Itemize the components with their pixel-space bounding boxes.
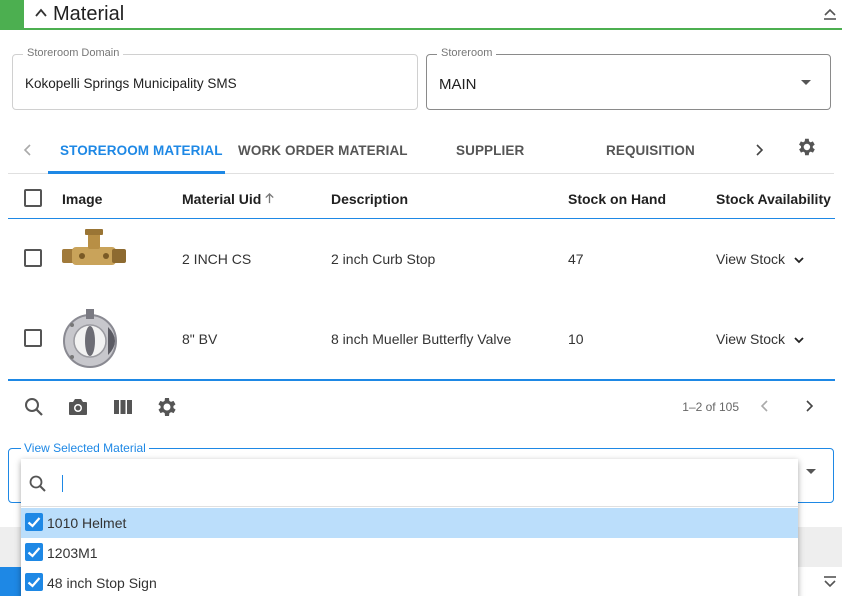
dropdown-search-row <box>21 459 798 507</box>
storeroom-domain-label: Storeroom Domain <box>23 47 124 59</box>
storeroom-domain-field[interactable]: Storeroom Domain Kokopelli Springs Munic… <box>12 47 418 110</box>
previous-page-icon[interactable] <box>757 398 773 414</box>
storeroom-select[interactable]: Storeroom MAIN <box>426 47 831 110</box>
tab-scroll-left-icon[interactable] <box>20 142 36 158</box>
curb-stop-image <box>62 229 126 265</box>
chevron-down-icon[interactable] <box>793 334 805 346</box>
storeroom-label: Storeroom <box>437 47 497 59</box>
header-material-uid[interactable]: Material Uid <box>182 191 276 207</box>
tab-scroll-right-icon[interactable] <box>751 142 767 158</box>
view-stock-label: View Stock <box>716 331 785 347</box>
table-toolbar: 1–2 of 105 <box>8 384 835 430</box>
storeroom-domain-value: Kokopelli Springs Municipality SMS <box>25 76 237 91</box>
checked-checkbox-icon[interactable] <box>25 573 43 591</box>
camera-icon[interactable] <box>66 395 90 419</box>
view-stock-button[interactable]: View Stock <box>716 251 805 267</box>
section-accent <box>0 0 24 28</box>
table-row[interactable]: 8" BV 8 inch Mueller Butterfly Valve 10 … <box>8 299 835 381</box>
view-selected-material-label: View Selected Material <box>21 441 149 455</box>
header-image: Image <box>62 191 103 207</box>
table-header: Image Material Uid Description Stock on … <box>8 175 835 219</box>
option-label: 48 inch Stop Sign <box>47 575 157 591</box>
view-stock-label: View Stock <box>716 251 785 267</box>
row-checkbox[interactable] <box>24 329 42 347</box>
option-label: 1203M1 <box>47 545 98 561</box>
gear-icon[interactable] <box>795 136 817 158</box>
settings-icon[interactable] <box>154 395 178 419</box>
storeroom-value: MAIN <box>439 76 477 93</box>
option-1010-helmet[interactable]: 1010 Helmet <box>21 508 798 538</box>
material-tabs: STOREROOM MATERIAL WORK ORDER MATERIAL S… <box>8 128 834 174</box>
header-stock-availability: Stock Availability <box>716 191 831 207</box>
pagination-range: 1–2 of 105 <box>682 400 739 414</box>
dropdown-search-input[interactable] <box>61 471 761 495</box>
search-icon <box>29 475 46 492</box>
option-1203m1[interactable]: 1203M1 <box>21 538 798 568</box>
table-row[interactable]: 2 INCH CS 2 inch Curb Stop 47 View Stock <box>8 219 835 299</box>
dropdown-arrow-icon[interactable] <box>806 469 816 474</box>
row-checkbox[interactable] <box>24 249 42 267</box>
butterfly-valve-image <box>63 309 117 368</box>
section-title: Material <box>53 3 125 25</box>
header-description: Description <box>331 191 409 207</box>
header-stock-on-hand: Stock on Hand <box>568 191 667 207</box>
tab-supplier[interactable]: SUPPLIER <box>456 143 524 158</box>
view-stock-button[interactable]: View Stock <box>716 331 805 347</box>
chevron-up-icon[interactable] <box>34 6 48 20</box>
search-icon[interactable] <box>22 395 46 419</box>
cell-description: 8 inch Mueller Butterfly Valve <box>331 331 512 347</box>
collapse-icon[interactable] <box>822 6 838 22</box>
checked-checkbox-icon[interactable] <box>25 513 43 531</box>
tab-storeroom-material[interactable]: STOREROOM MATERIAL <box>60 143 223 158</box>
checked-checkbox-icon[interactable] <box>25 543 43 561</box>
select-all-checkbox[interactable] <box>24 189 42 207</box>
expand-icon[interactable] <box>822 574 838 590</box>
section-header: Material <box>0 0 842 30</box>
material-dropdown-panel: 1010 Helmet 1203M1 48 inch Stop Sign <box>21 459 798 596</box>
cell-stock-on-hand: 47 <box>568 251 584 267</box>
dropdown-arrow-icon[interactable] <box>801 80 811 85</box>
next-page-icon[interactable] <box>801 398 817 414</box>
chevron-down-icon[interactable] <box>793 254 805 266</box>
option-48-inch-stop-sign[interactable]: 48 inch Stop Sign <box>21 568 798 596</box>
columns-icon[interactable] <box>111 395 135 419</box>
material-table: Image Material Uid Description Stock on … <box>8 175 835 381</box>
background-accent <box>0 567 21 596</box>
cell-material-uid: 2 INCH CS <box>182 251 252 267</box>
cell-material-uid: 8" BV <box>182 331 218 347</box>
cell-stock-on-hand: 10 <box>568 331 584 347</box>
tab-work-order-material[interactable]: WORK ORDER MATERIAL <box>238 143 408 158</box>
header-material-uid-label: Material Uid <box>182 191 262 207</box>
tab-requisition[interactable]: REQUISITION <box>606 143 695 158</box>
active-tab-indicator <box>48 171 225 174</box>
option-label: 1010 Helmet <box>47 515 127 531</box>
cell-description: 2 inch Curb Stop <box>331 251 436 267</box>
sort-ascending-icon[interactable] <box>263 192 276 205</box>
text-cursor <box>62 475 63 492</box>
